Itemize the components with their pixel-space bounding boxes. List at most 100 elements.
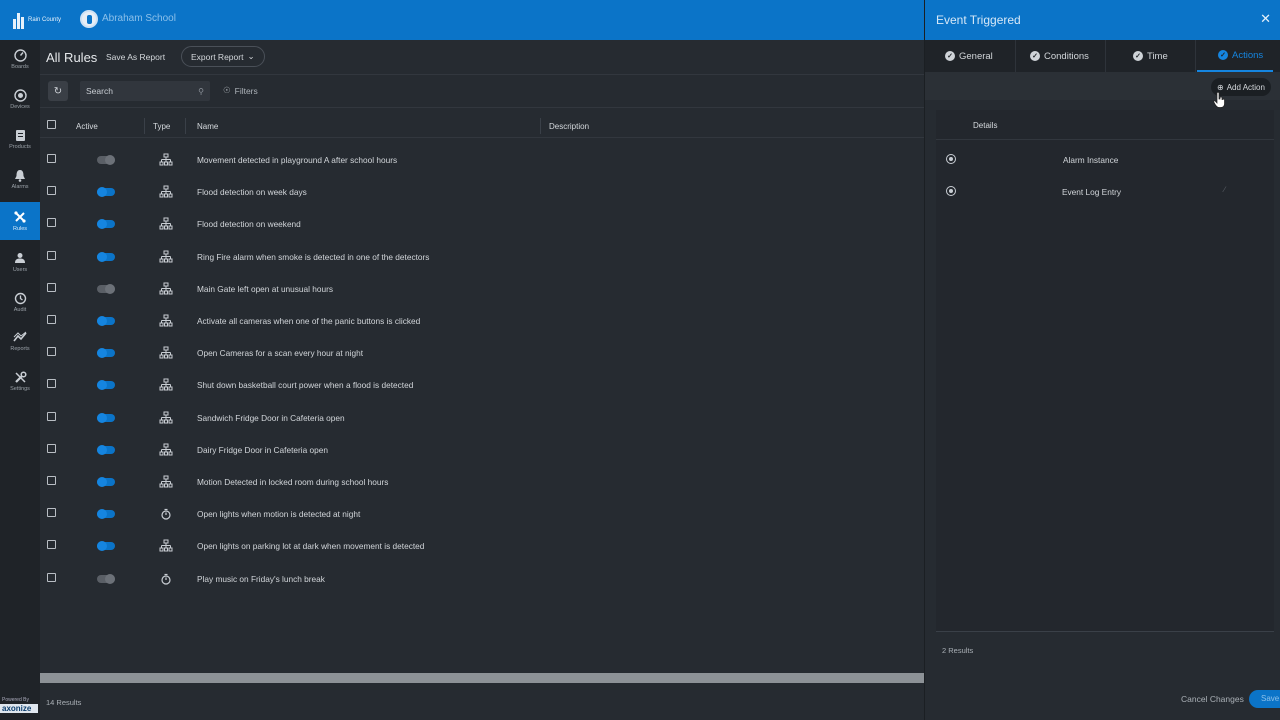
active-toggle[interactable]: [97, 509, 115, 520]
county-logo[interactable]: Rain County: [12, 9, 64, 31]
table-row[interactable]: Sandwich Fridge Door in Cafeteria open: [40, 402, 924, 434]
sidebar-item-alarms[interactable]: Alarms: [0, 160, 40, 198]
active-toggle[interactable]: [97, 541, 115, 552]
row-checkbox[interactable]: [47, 154, 56, 163]
table-row[interactable]: Dairy Fridge Door in Cafeteria open: [40, 434, 924, 466]
tab-actions[interactable]: ✓ Actions: [1197, 40, 1274, 72]
row-checkbox[interactable]: [47, 443, 56, 453]
table-row[interactable]: Open lights when motion is detected at n…: [40, 498, 924, 530]
column-header-description[interactable]: Description: [549, 122, 589, 131]
sidebar-item-devices[interactable]: Devices: [0, 80, 40, 118]
check-circle-icon: ✓: [1030, 51, 1040, 61]
tab-divider: [1195, 40, 1196, 72]
active-toggle[interactable]: [97, 251, 115, 262]
action-row[interactable]: Event Log Entry ∕: [936, 176, 1274, 208]
active-toggle[interactable]: [97, 412, 115, 423]
active-toggle[interactable]: [97, 316, 115, 326]
column-divider: [540, 118, 541, 134]
rule-name: Dairy Fridge Door in Cafeteria open: [197, 444, 328, 455]
export-report-button[interactable]: Export Report ⌄: [181, 46, 265, 67]
actions-table-header: Details: [936, 110, 1274, 140]
edit-icon[interactable]: ∕: [1224, 185, 1225, 194]
tab-time[interactable]: ✓ Time: [1133, 40, 1168, 72]
search-input[interactable]: [86, 86, 186, 96]
sidebar-item-products[interactable]: Products: [0, 120, 40, 158]
active-toggle[interactable]: [97, 573, 115, 584]
row-checkbox[interactable]: [47, 218, 56, 228]
row-checkbox[interactable]: [47, 282, 56, 292]
action-row[interactable]: Alarm Instance: [936, 144, 1274, 176]
table-row[interactable]: Shut down basketball court power when a …: [40, 369, 924, 401]
table-row[interactable]: Movement detected in playground A after …: [40, 144, 924, 176]
row-checkbox[interactable]: [47, 476, 56, 485]
row-checkbox[interactable]: [47, 250, 56, 260]
cancel-changes-button[interactable]: Cancel Changes: [1181, 694, 1244, 704]
rule-name: Open lights on parking lot at dark when …: [197, 541, 425, 552]
action-radio[interactable]: [946, 186, 956, 196]
action-name: Alarm Instance: [1063, 155, 1119, 165]
timer-icon: [159, 572, 173, 586]
save-as-report-button[interactable]: Save As Report: [106, 52, 165, 62]
table-row[interactable]: Activate all cameras when one of the pan…: [40, 305, 924, 337]
row-checkbox[interactable]: [47, 508, 56, 518]
rule-name: Shut down basketball court power when a …: [197, 380, 414, 391]
table-row[interactable]: Open Cameras for a scan every hour at ni…: [40, 337, 924, 369]
check-circle-icon: ✓: [1218, 50, 1228, 60]
school-avatar[interactable]: [80, 10, 98, 28]
row-checkbox[interactable]: [47, 411, 56, 421]
refresh-button[interactable]: ↻: [48, 81, 68, 101]
sidebar-item-users[interactable]: Users: [0, 243, 40, 281]
column-header-active[interactable]: Active: [76, 122, 98, 131]
tab-conditions[interactable]: ✓ Conditions: [1030, 40, 1089, 72]
column-header-name[interactable]: Name: [197, 122, 218, 131]
table-row[interactable]: Open lights on parking lot at dark when …: [40, 530, 924, 562]
horizontal-scrollbar[interactable]: [40, 673, 924, 683]
refresh-icon: ↻: [53, 85, 63, 97]
active-toggle[interactable]: [97, 477, 115, 487]
rule-name: Ring Fire alarm when smoke is detected i…: [197, 251, 430, 262]
select-all-checkbox[interactable]: [47, 120, 56, 129]
close-icon[interactable]: ✕: [1260, 11, 1271, 27]
rule-name: Sandwich Fridge Door in Cafeteria open: [197, 412, 345, 423]
table-row[interactable]: Main Gate left open at unusual hours: [40, 273, 924, 305]
active-toggle[interactable]: [97, 187, 115, 198]
table-row[interactable]: Flood detection on weekend: [40, 208, 924, 240]
active-toggle[interactable]: [97, 283, 115, 294]
search-box[interactable]: ⚲: [80, 81, 210, 101]
save-button[interactable]: Save: [1249, 690, 1280, 708]
panel-tabs: ✓ General ✓ Conditions ✓ Time ✓ Actions: [925, 40, 1280, 72]
tab-divider: [1015, 40, 1016, 72]
table-row[interactable]: Ring Fire alarm when smoke is detected i…: [40, 241, 924, 273]
rule-name: Open lights when motion is detected at n…: [197, 509, 361, 520]
table-row[interactable]: Motion Detected in locked room during sc…: [40, 466, 924, 498]
row-checkbox[interactable]: [47, 379, 56, 389]
row-checkbox[interactable]: [47, 572, 56, 582]
active-toggle[interactable]: [97, 155, 115, 165]
filters-button[interactable]: ☉ Filters: [223, 85, 258, 96]
active-toggle[interactable]: [97, 348, 115, 359]
search-icon: ⚲: [198, 86, 204, 96]
column-header-type[interactable]: Type: [153, 122, 170, 131]
sidebar-item-audit[interactable]: Audit: [0, 283, 40, 321]
active-toggle[interactable]: [97, 219, 115, 230]
action-radio[interactable]: [946, 154, 956, 164]
action-name: Event Log Entry: [1062, 187, 1122, 197]
table-row[interactable]: Flood detection on week days: [40, 176, 924, 208]
school-name[interactable]: Abraham School: [102, 13, 176, 24]
active-toggle[interactable]: [97, 444, 115, 455]
table-row[interactable]: Play music on Friday's lunch break: [40, 563, 924, 595]
row-checkbox[interactable]: [47, 347, 56, 357]
tab-general[interactable]: ✓ General: [945, 40, 993, 72]
rule-tree-icon: [159, 217, 173, 231]
active-toggle[interactable]: [97, 380, 115, 391]
reports-icon: [13, 330, 27, 344]
tab-divider: [1105, 40, 1106, 72]
sidebar-item-reports[interactable]: Reports: [0, 322, 40, 360]
sidebar-item-settings[interactable]: Settings: [0, 362, 40, 400]
rule-tree-icon: [159, 475, 173, 489]
row-checkbox[interactable]: [47, 315, 56, 324]
sidebar-item-rules[interactable]: Rules: [0, 202, 40, 240]
row-checkbox[interactable]: [47, 186, 56, 196]
row-checkbox[interactable]: [47, 540, 56, 550]
sidebar-item-boards[interactable]: Boards: [0, 40, 40, 78]
